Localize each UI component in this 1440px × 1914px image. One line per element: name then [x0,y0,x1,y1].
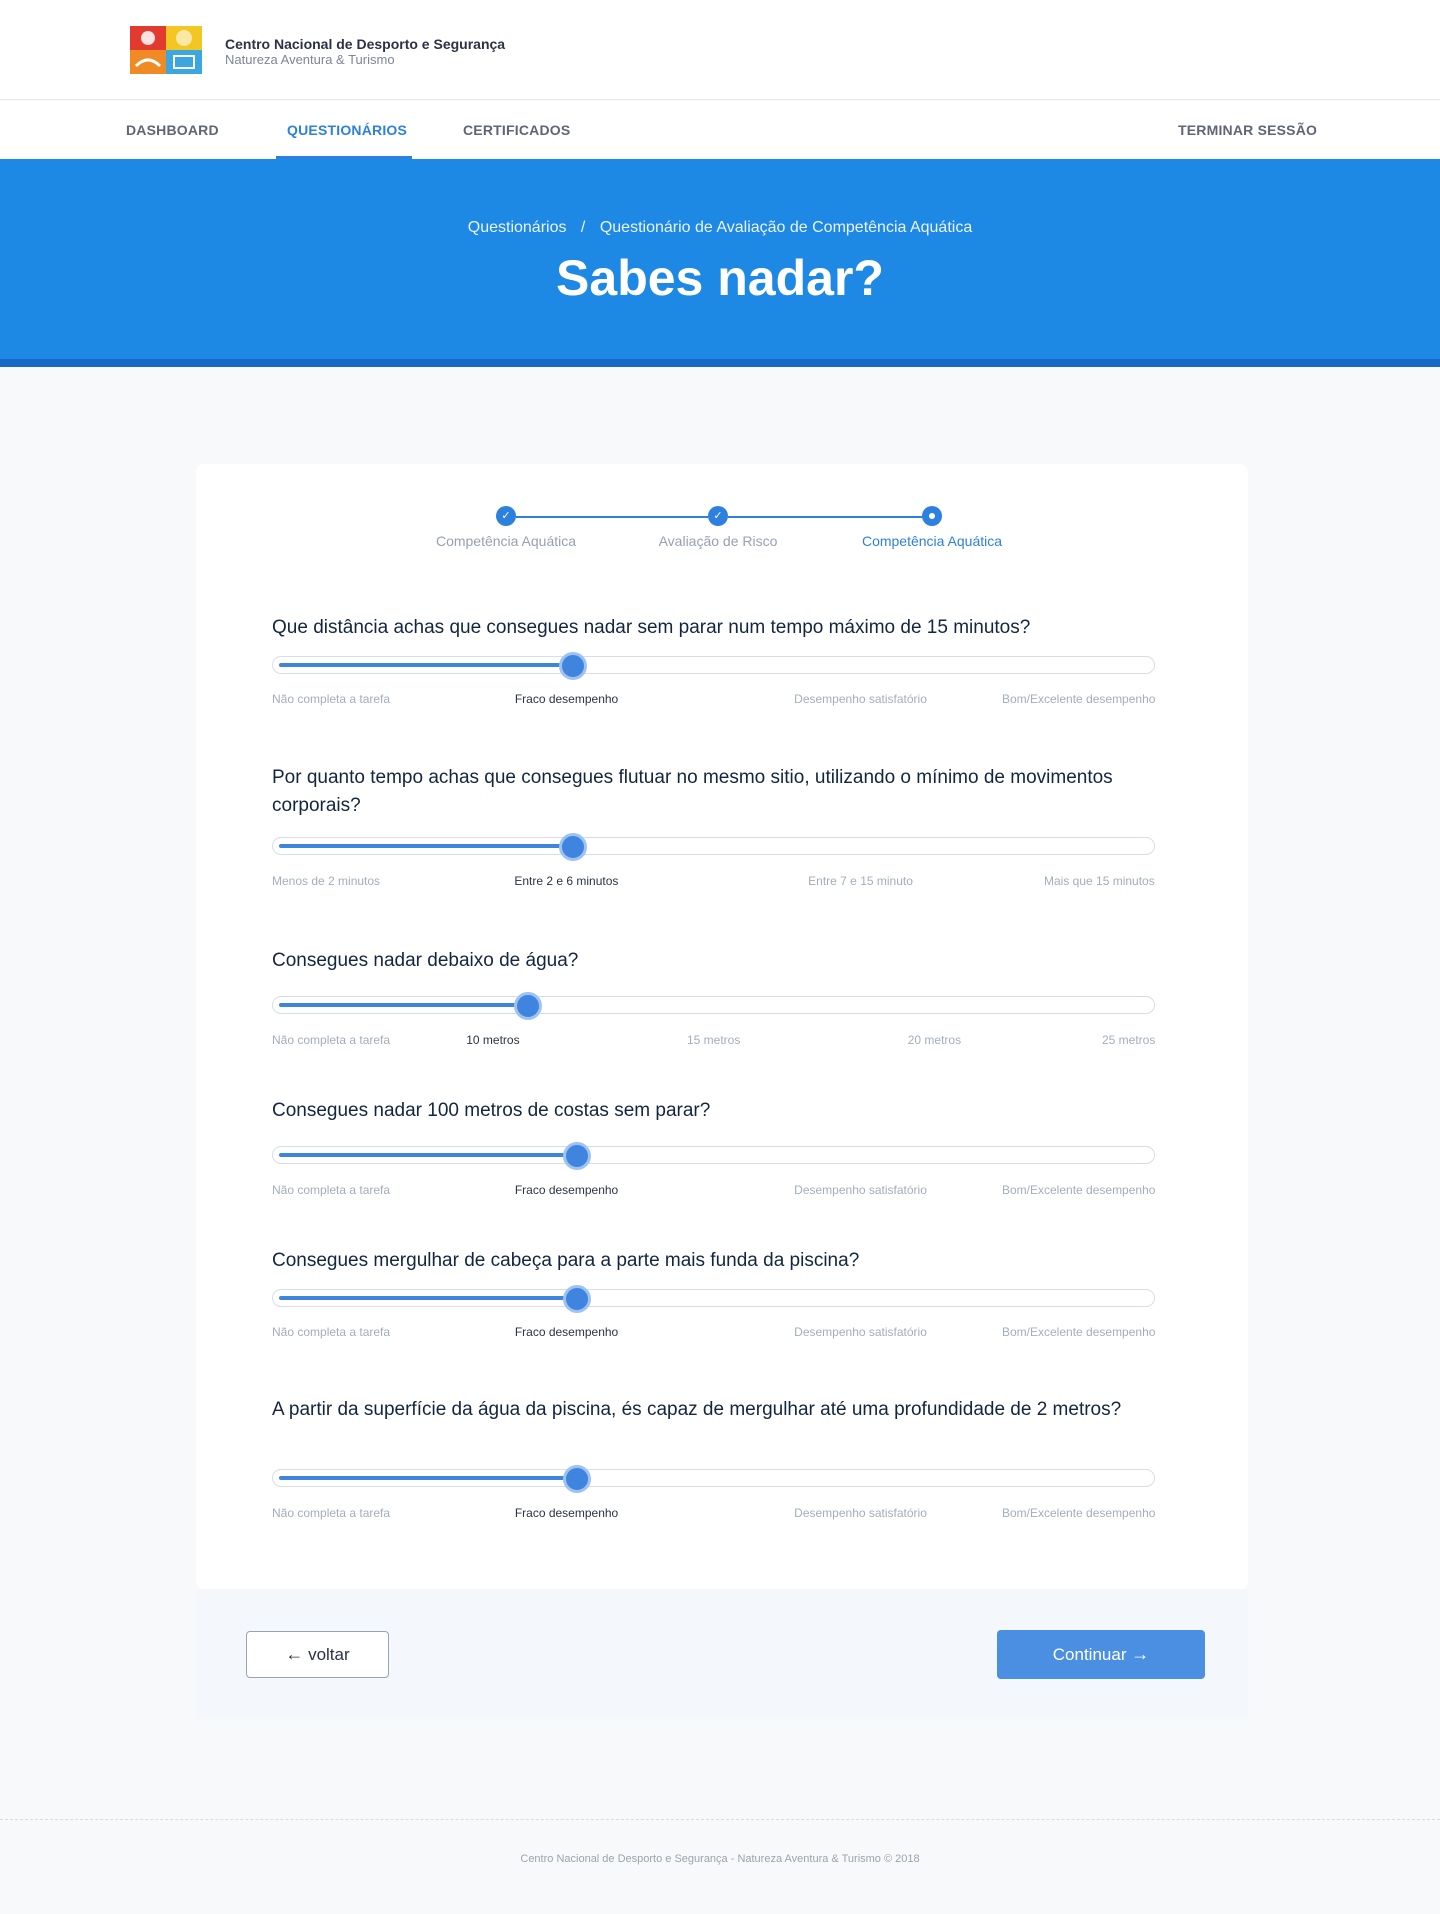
nav-certificados[interactable]: CERTIFICADOS [463,101,570,159]
question-4-slider[interactable] [272,1142,1155,1170]
scale-option-label[interactable]: Desempenho satisfatório [794,1183,927,1197]
nav-questionarios[interactable]: QUESTIONÁRIOS [287,101,407,159]
continue-button-label: Continuar [1052,1645,1127,1664]
footer-copyright: Centro Nacional de Desporto e Segurança … [520,1853,920,1865]
scale-option-label[interactable]: 25 metros [1102,1033,1155,1047]
scale-option-label[interactable]: Fraco desempenho [515,692,618,706]
question-3-text: Consegues nadar debaixo de água? [272,950,579,971]
question-3-scale: Não completa a tarefa 10 metros 15 metros 2… [272,1033,1155,1049]
slider-thumb[interactable] [563,1142,591,1170]
logout-link[interactable]: TERMINAR SESSÃO [1178,101,1317,159]
scale-option-label[interactable]: Desempenho satisfatório [794,1325,927,1339]
slider-thumb[interactable] [563,1465,591,1493]
scale-option-label[interactable]: 20 metros [908,1033,961,1047]
question-4-text: Consegues nadar 100 metros de costas sem… [272,1100,711,1121]
slider-thumb[interactable] [559,652,587,680]
brand-name: Centro Nacional de Desporto e Segurança [225,36,506,52]
breadcrumb: Questionários / Questionário de Avaliaçã… [0,219,1440,237]
scale-option-label[interactable]: Fraco desempenho [515,1325,618,1339]
step-3-label: Competência Aquática [861,533,1003,549]
question-5-text: Consegues mergulhar de cabeça para a par… [272,1250,860,1271]
nav-dashboard[interactable]: DASHBOARD [126,101,219,159]
question-6-scale: Não completa a tarefa Fraco desempenho Des… [272,1506,1155,1522]
footer-divider [0,1819,1440,1820]
continue-button[interactable]: Continuar → [997,1630,1205,1679]
top-header: Centro Nacional de Desporto e Segurança … [0,0,1440,100]
question-6-slider[interactable] [272,1465,1155,1493]
question-5-scale: Não completa a tarefa Fraco desempenho Des… [272,1325,1155,1341]
question-1-slider[interactable] [272,652,1155,680]
scale-option-label[interactable]: Entre 2 e 6 minutos [514,874,618,888]
step-3-current-icon[interactable] [922,506,942,526]
scale-option-label[interactable]: Mais que 15 minutos [1044,874,1155,888]
scale-option-label[interactable]: Não completa a tarefa [272,1325,390,1339]
brand-subtitle: Natureza Aventura & Turismo [225,52,395,67]
scale-option-label[interactable]: Bom/Excelente desempenho [1002,1506,1155,1520]
hero-border [0,359,1440,367]
question-2-text: Por quanto tempo achas que consegues flu… [272,767,1113,816]
scale-option-label[interactable]: Não completa a tarefa [272,1183,390,1197]
breadcrumb-questionarios[interactable]: Questionários [468,219,567,236]
step-1-label: Competência Aquática [435,533,577,549]
back-button[interactable]: ← voltar [246,1631,389,1678]
page-hero: Questionários / Questionário de Avaliaçã… [0,159,1440,359]
question-4-scale: Não completa a tarefa Fraco desempenho Des… [272,1183,1155,1199]
slider-fill [279,1296,577,1300]
step-2-check-icon[interactable]: ✓ [708,506,728,526]
slider-fill [279,1153,577,1157]
slider-fill [279,844,573,848]
scale-option-label[interactable]: Menos de 2 minutos [272,874,380,888]
back-button-label: voltar [308,1645,350,1664]
scale-option-label[interactable]: Desempenho satisfatório [794,1506,927,1520]
stepper-line [516,516,708,518]
scale-option-label[interactable]: 10 metros [466,1033,519,1047]
slider-fill [279,1003,528,1007]
scale-option-label[interactable]: Bom/Excelente desempenho [1002,1325,1155,1339]
scale-option-label[interactable]: Não completa a tarefa [272,1033,390,1047]
step-2-label: Avaliação de Risco [658,533,778,549]
step-1-check-icon[interactable]: ✓ [496,506,516,526]
question-2-slider[interactable] [272,833,1155,861]
scale-option-label[interactable]: Bom/Excelente desempenho [1002,1183,1155,1197]
arrow-right-icon: → [1131,1644,1150,1664]
question-1-scale: Não completa a tarefa Fraco desempenho Des… [272,692,1155,708]
question-6-text: A partir da superfície da água da piscin… [272,1399,1122,1420]
slider-thumb[interactable] [514,992,542,1020]
scale-option-label[interactable]: Fraco desempenho [515,1506,618,1520]
scale-option-label[interactable]: Desempenho satisfatório [794,692,927,706]
breadcrumb-current: Questionário de Avaliação de Competência… [599,219,973,236]
slider-fill [279,1476,577,1480]
scale-option-label[interactable]: Não completa a tarefa [272,1506,390,1520]
slider-thumb[interactable] [563,1285,591,1313]
question-3-slider[interactable] [272,992,1155,1020]
question-2-scale: Menos de 2 minutos Entre 2 e 6 minutos Ent… [272,874,1155,890]
stepper-line [728,516,924,518]
breadcrumb-separator: / [580,219,586,236]
page-title: Sabes nadar? [556,250,884,306]
scale-option-label[interactable]: 15 metros [687,1033,740,1047]
arrow-left-icon: ← [285,1644,304,1664]
scale-option-label[interactable]: Não completa a tarefa [272,692,390,706]
scale-option-label[interactable]: Entre 7 e 15 minuto [808,874,913,888]
main-nav: DASHBOARD QUESTIONÁRIOS CERTIFICADOS TER… [0,101,1440,159]
slider-fill [279,663,573,667]
question-5-slider[interactable] [272,1285,1155,1313]
scale-option-label[interactable]: Bom/Excelente desempenho [1002,692,1155,706]
slider-thumb[interactable] [559,833,587,861]
brand-logo[interactable] [130,26,202,74]
scale-option-label[interactable]: Fraco desempenho [515,1183,618,1197]
question-1-text: Que distância achas que consegues nadar … [272,617,1031,638]
